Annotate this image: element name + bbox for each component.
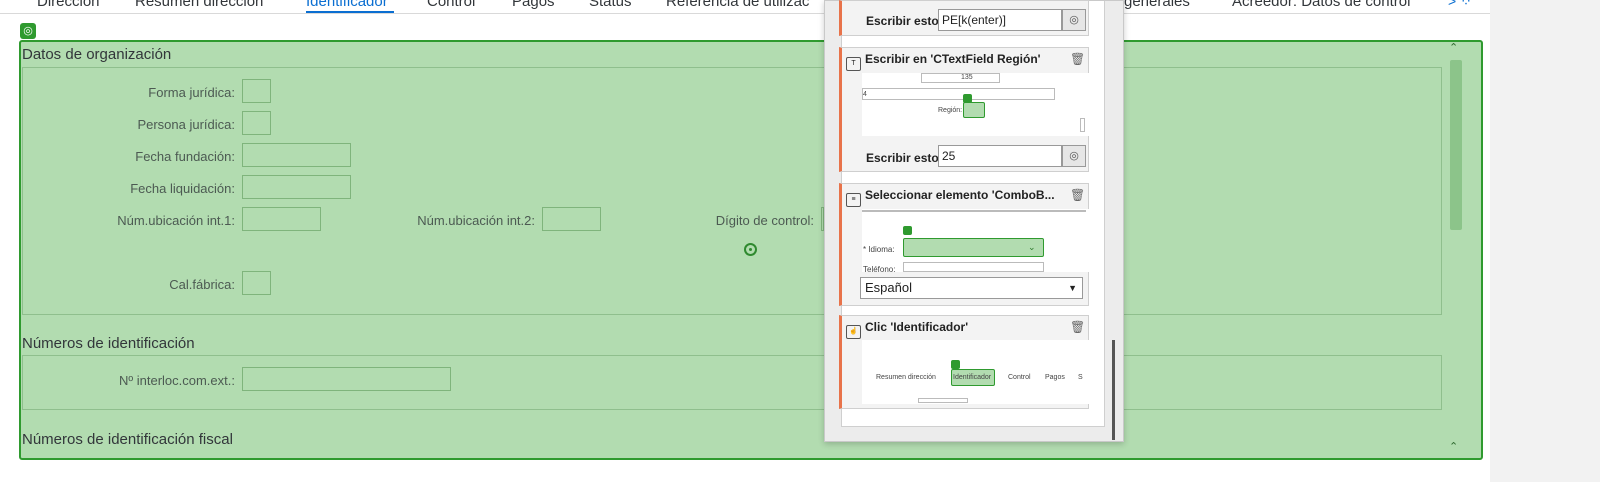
thumb-chevron-down-icon: ⌄ [1028, 242, 1036, 252]
form-scrollbar[interactable] [1450, 60, 1462, 230]
group-identificacion [22, 355, 1442, 410]
tab-pagos[interactable]: Pagos [512, 0, 555, 10]
label-digito-control: Dígito de control: [715, 213, 814, 228]
section-title-identificacion: Números de identificación [22, 335, 195, 352]
group-organizacion [22, 67, 1442, 315]
write-value-input-1[interactable]: PE[k(enter)] [938, 9, 1062, 31]
tab-direccion[interactable]: Dirección [37, 0, 100, 10]
write-value-input-2[interactable]: 25 [938, 145, 1062, 167]
section-title-fiscal: Números de identificación fiscal [22, 431, 233, 448]
label-cal-fabrica: Cal.fábrica: [169, 277, 235, 292]
label-interloc: Nº interloc.com.ext.: [118, 373, 235, 388]
interloc-input[interactable] [242, 367, 451, 391]
label-persona-juridica: Persona jurídica: [137, 117, 235, 132]
forma-juridica-input[interactable] [242, 79, 271, 103]
tab-acreedor-datos-control[interactable]: Acreedor: Datos de control [1232, 0, 1410, 10]
thumb-field-bottom [918, 398, 968, 403]
thumb-target-combobox [903, 238, 1044, 257]
tab-identificador[interactable]: Identificador [306, 0, 388, 10]
scroll-down-icon[interactable]: ⌃ [1449, 440, 1458, 453]
cal-fabrica-input[interactable] [242, 271, 271, 295]
tab-resumen-direccion[interactable]: Resumen dirección [135, 0, 263, 10]
thumb-target-region [963, 102, 985, 118]
dropdown-arrow-icon: ▼ [1068, 283, 1077, 293]
fecha-liquidacion-input[interactable] [242, 175, 351, 199]
label-fecha-fundacion: Fecha fundación: [135, 149, 235, 164]
crosshair-icon [744, 243, 757, 256]
step-title-region: T Escribir en 'CTextField Región' [846, 52, 1041, 71]
tab-status[interactable]: Status [589, 0, 632, 10]
num-ubicacion-2-input[interactable] [542, 207, 601, 231]
thumb-first: 4 [863, 91, 867, 98]
scroll-up-icon[interactable]: ⌃ [1449, 41, 1458, 54]
click-icon: ☝ [846, 325, 861, 339]
thumb-label-idioma: * Idioma: [863, 245, 895, 254]
tabs-overflow-icon[interactable]: > ⁘ [1448, 0, 1472, 10]
write-label-1: Escribir esto [866, 14, 939, 28]
thumb-tab-identificador: Identificador [953, 374, 992, 381]
trash-icon-3[interactable]: 🗑 [1070, 188, 1085, 202]
thumb-tab-resumen: Resumen dirección [876, 374, 936, 381]
panel-scrollbar[interactable] [1112, 340, 1115, 440]
target-badge-icon: ◎ [20, 23, 36, 39]
eye-slash-icon-2[interactable]: ◎ [1062, 145, 1086, 167]
label-forma-juridica: Forma jurídica: [148, 85, 235, 100]
tab-generales[interactable]: generales [1124, 0, 1190, 10]
combobox-icon: ≡ [846, 193, 861, 207]
persona-juridica-input[interactable] [242, 111, 271, 135]
tab-bar: Dirección Resumen dirección Identificado… [0, 0, 1490, 14]
thumb-field-wide [862, 88, 1055, 100]
section-title-organizacion: Datos de organización [22, 46, 172, 63]
combobox-select[interactable]: Español ▼ [860, 277, 1083, 299]
eye-slash-icon[interactable]: ◎ [1062, 9, 1086, 31]
tab-referencia[interactable]: Referencia de utilizac [666, 0, 809, 10]
right-margin [1490, 0, 1600, 482]
thumb-tab-pagos: Pagos [1045, 374, 1065, 381]
textfield-icon: T [846, 57, 861, 71]
thumb-value: 135 [961, 74, 973, 81]
thumb-label-telefono: Teléfono: [863, 265, 896, 274]
step-title-click: ☝ Clic 'Identificador' [846, 320, 968, 339]
trash-icon-4[interactable]: 🗑 [1070, 320, 1085, 334]
tab-control[interactable]: Control [427, 0, 475, 10]
thumb-tab-control: Control [1008, 374, 1031, 381]
write-label-2: Escribir esto [866, 151, 939, 165]
thumb-field-telefono [903, 262, 1044, 272]
trash-icon[interactable]: 🗑 [1070, 52, 1085, 66]
active-tab-indicator [306, 11, 394, 13]
num-ubicacion-1-input[interactable] [242, 207, 321, 231]
label-num-ubicacion-1: Núm.ubicación int.1: [117, 213, 235, 228]
step-title-combobox: ≡ Seleccionar elemento 'ComboB... [846, 188, 1055, 207]
thumb-label-region: Región: [938, 107, 963, 114]
thumb-scroll [1080, 118, 1085, 132]
fecha-fundacion-input[interactable] [242, 143, 351, 167]
label-fecha-liquidacion: Fecha liquidación: [130, 181, 235, 196]
thumb-separator [862, 210, 1086, 212]
thumb-badge-icon-4 [951, 360, 960, 369]
label-num-ubicacion-2: Núm.ubicación int.2: [417, 213, 535, 228]
thumb-tab-s: S [1078, 374, 1083, 381]
thumb-badge-icon-3 [903, 226, 912, 235]
